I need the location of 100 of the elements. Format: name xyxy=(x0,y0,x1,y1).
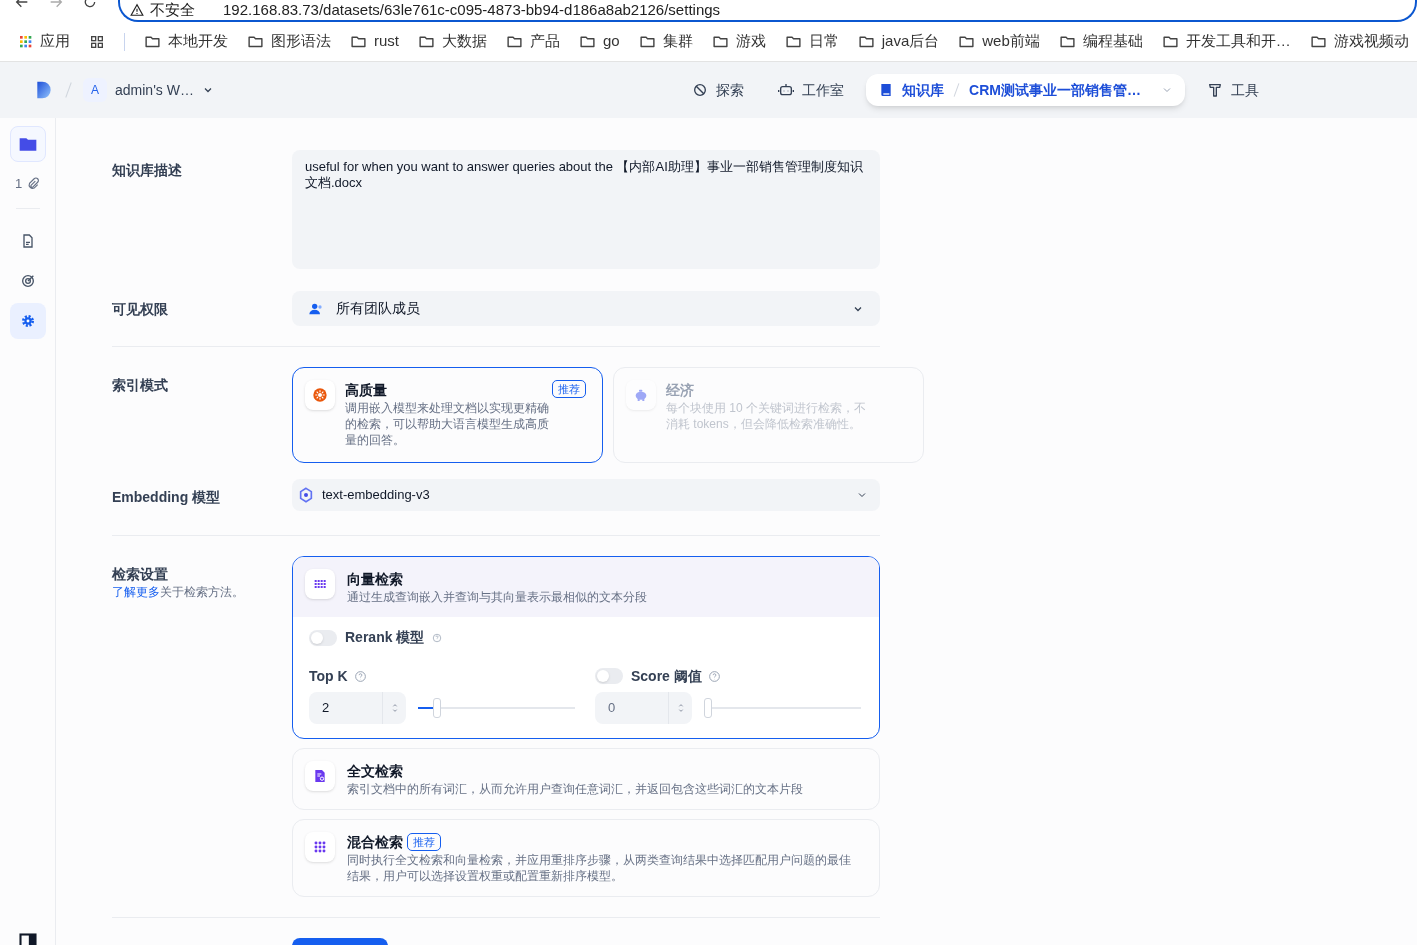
nav-label: 探索 xyxy=(716,80,745,100)
method-description: 索引文档中的所有词汇，从而允许用户查询任意词汇，并返回包含这些词汇的文本片段 xyxy=(347,781,804,797)
bookmark-label: go xyxy=(603,31,620,52)
method-description: 同时执行全文检索和向量检索，并应用重排序步骤，从两类查询结果中选择匹配用户问题的最佳结果，用户可以选择设置权重或配置重新排序模型。 xyxy=(347,852,852,884)
field-label: Embedding 模型 xyxy=(112,488,222,507)
bookmark-item[interactable]: 图形语法 xyxy=(247,30,331,53)
index-mode-option[interactable]: 高质量 调用嵌入模型来处理文档以实现更精确的检索，可以帮助大语言模型生成高质量的回答。 推荐 xyxy=(292,367,603,463)
nav-tab[interactable]: 工具 xyxy=(1195,74,1271,106)
method-title: 全文检索 xyxy=(347,762,403,781)
settings-icon xyxy=(19,312,36,329)
dataset-name[interactable]: CRM测试事业一部销售管… xyxy=(969,79,1141,101)
address-bar[interactable]: 不安全 192.168.83.73/datasets/63le761c-c095-4873-bb94-d186a8ab2126/settings xyxy=(118,0,1417,22)
security-label: 不安全 xyxy=(150,2,195,18)
input-value: 0 xyxy=(607,699,617,718)
target-icon xyxy=(19,272,36,289)
param-label: Top K xyxy=(309,666,348,686)
bookmark-item[interactable]: 大数据 xyxy=(418,30,487,53)
permission-select[interactable]: 所有团队成员 xyxy=(292,291,880,326)
help-icon[interactable] xyxy=(353,669,367,683)
bookmark-label: 产品 xyxy=(530,31,560,52)
workspace-switcher[interactable]: A admin's W… xyxy=(83,78,214,102)
hammer-icon xyxy=(1207,82,1223,98)
bookmark-label: 图形语法 xyxy=(271,31,331,52)
method-title: 向量检索 xyxy=(347,570,403,589)
bookmark-item[interactable]: 开发工具和开… xyxy=(1161,30,1291,53)
robot-icon xyxy=(778,82,795,98)
retrieval-method-card[interactable]: 向量检索 通过生成查询嵌入并查询与其向量表示最相似的文本分段 Rerank 模型 Top K 2 Score 阈值 0 xyxy=(292,556,880,739)
model-icon xyxy=(298,487,314,503)
recommended-tag: 推荐 xyxy=(552,380,586,398)
param-label: Score 阈值 xyxy=(631,666,702,686)
piggy-bank-icon xyxy=(633,387,649,403)
bookmark-item[interactable]: web前端 xyxy=(958,30,1040,53)
bookmark-label: 编程基础 xyxy=(1082,31,1143,52)
bookmark-item[interactable]: 编程基础 xyxy=(1058,30,1143,53)
option-title: 经济 xyxy=(666,381,695,400)
select-value: 所有团队成员 xyxy=(336,299,421,318)
learn-more-link[interactable]: 了解更多 xyxy=(112,585,160,599)
file-count: 1 xyxy=(14,175,23,193)
bookmark-item[interactable]: 游戏 xyxy=(711,30,766,53)
number-input[interactable]: 2 xyxy=(309,692,406,724)
help-icon[interactable] xyxy=(707,669,721,683)
method-title: 混合检索 xyxy=(347,833,403,852)
nav-tab[interactable]: 知识库 CRM测试事业一部销售管… xyxy=(866,74,1185,106)
number-input[interactable]: 0 xyxy=(595,692,692,724)
option-description: 调用嵌入模型来处理文档以实现更精确的检索，可以帮助大语言模型生成高质量的回答。 xyxy=(345,400,550,448)
bookmark-item[interactable]: 本地开发 xyxy=(144,30,228,53)
bookmark-item[interactable]: java后台 xyxy=(857,30,940,53)
option-title: 高质量 xyxy=(345,381,388,400)
bookmark-label: rust xyxy=(374,31,399,52)
field-label: 检索设置 xyxy=(112,565,169,584)
apps-icon[interactable] xyxy=(18,33,34,50)
field-label: 索引模式 xyxy=(112,376,169,395)
document-search-icon xyxy=(312,768,328,784)
paperclip-icon xyxy=(26,176,41,191)
slider-track[interactable] xyxy=(418,698,575,718)
slider-track[interactable] xyxy=(704,698,861,718)
toggle-switch[interactable] xyxy=(595,668,623,684)
workspace-name: admin's W… xyxy=(115,80,194,100)
bookmark-label: 开发工具和开… xyxy=(1185,31,1291,52)
bookmark-label: 本地开发 xyxy=(168,31,228,52)
sidebar-item[interactable] xyxy=(9,302,46,339)
bookmark-item[interactable]: 游戏视频动 xyxy=(1309,30,1409,53)
bookmark-label: 大数据 xyxy=(442,31,487,52)
workspace-avatar: A xyxy=(83,78,107,102)
select-value: text-embedding-v3 xyxy=(322,486,431,505)
slider-thumb[interactable] xyxy=(432,698,441,718)
description-field[interactable]: useful for when you want to answer queries about the 【内部AI助理】事业一部销售管理制度知识文档.docx xyxy=(292,150,880,269)
bookmark-item[interactable]: 集群 xyxy=(638,30,693,53)
bookmark-label: java后台 xyxy=(881,31,940,52)
retrieval-method-card[interactable]: 混合检索 推荐 同时执行全文检索和向量检索，并应用重排序步骤，从两类查询结果中选择匹配用户问题的最佳结果，用户可以选择设置权重或配置重新排序模型。 xyxy=(292,819,880,897)
grid-icon[interactable] xyxy=(89,33,105,50)
bookmark-item[interactable]: 应用 xyxy=(40,30,70,53)
slider-thumb[interactable] xyxy=(704,698,712,718)
dataset-icon-tile[interactable] xyxy=(9,126,46,162)
nav-label: 工作室 xyxy=(802,80,845,100)
toggle-switch[interactable] xyxy=(309,629,337,646)
model-select[interactable]: text-embedding-v3 xyxy=(292,479,880,511)
url-text: 192.168.83.73/datasets/63le761c-c095-4873-bb94-d186a8ab2126/settings xyxy=(223,2,721,18)
nav-tab[interactable]: 探索 xyxy=(680,74,757,106)
method-description: 通过生成查询嵌入并查询与其向量表示最相似的文本分段 xyxy=(347,589,648,605)
bookmark-item[interactable]: rust xyxy=(350,30,399,53)
field-label: 知识库描述 xyxy=(112,161,183,180)
help-text: 了解更多关于检索方法。 xyxy=(112,584,245,600)
input-value: 2 xyxy=(321,699,331,718)
dots-grid-icon xyxy=(312,839,328,855)
bookmark-item[interactable]: 日常 xyxy=(784,30,839,53)
recommended-tag: 推荐 xyxy=(407,833,441,851)
bookmark-item[interactable]: 产品 xyxy=(506,30,560,53)
field-label: 可见权限 xyxy=(112,300,169,319)
bookmark-label: 日常 xyxy=(808,31,839,52)
bookmark-label: 游戏 xyxy=(735,31,766,52)
nav-tab[interactable]: 工作室 xyxy=(766,74,857,106)
nav-label: 工具 xyxy=(1231,80,1259,100)
help-icon[interactable] xyxy=(432,632,443,643)
bookmark-label: 游戏视频动 xyxy=(1333,31,1409,52)
bookmark-item[interactable]: go xyxy=(579,30,620,53)
bookmark-label: web前端 xyxy=(982,31,1040,52)
bookmark-label: 集群 xyxy=(662,31,693,52)
warning-icon xyxy=(130,3,144,17)
retrieval-method-card[interactable]: 全文检索 索引文档中的所有词汇，从而允许用户查询任意词汇，并返回包含这些词汇的文本片段 xyxy=(292,748,880,810)
